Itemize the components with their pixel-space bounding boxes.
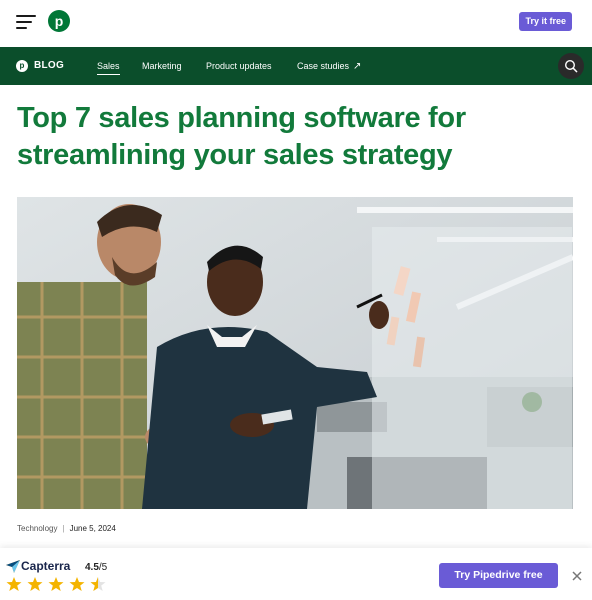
capterra-logo-icon (6, 560, 20, 573)
nav-item-product-updates[interactable]: Product updates (206, 61, 272, 71)
top-header: p Try it free (0, 0, 592, 47)
article-category[interactable]: Technology (17, 524, 57, 533)
menu-icon[interactable] (16, 13, 36, 29)
article-title: Top 7 sales planning software for stream… (17, 102, 466, 171)
hero-image (17, 197, 573, 509)
close-icon[interactable] (571, 570, 583, 582)
meta-separator: | (62, 524, 65, 533)
blog-label[interactable]: BLOG (34, 60, 64, 71)
rating-value: 4.5 (85, 562, 99, 573)
try-it-free-button[interactable]: Try it free (519, 12, 572, 31)
star-icon (27, 577, 43, 591)
article-meta: Technology | June 5, 2024 (17, 524, 116, 533)
star-icon (69, 577, 85, 591)
rating-scale: /5 (98, 562, 108, 573)
blog-nav: p BLOG Sales Marketing Product updates C… (0, 47, 592, 85)
case-studies-label: Case studies (297, 61, 350, 71)
blog-logo-icon[interactable]: p (16, 60, 28, 72)
try-pipedrive-free-button[interactable]: Try Pipedrive free (439, 563, 558, 588)
star-icon (48, 577, 64, 591)
nav-item-sales[interactable]: Sales (97, 61, 120, 75)
external-link-icon: ↗ (353, 61, 362, 72)
capterra-name: Capterra (21, 559, 71, 573)
star-icon (6, 577, 22, 591)
nav-item-case-studies[interactable]: Case studies ↗ (297, 61, 361, 72)
article-date: June 5, 2024 (69, 524, 116, 533)
search-icon (564, 59, 578, 73)
capterra-rating: 4.5/5 (85, 562, 107, 573)
nav-item-marketing[interactable]: Marketing (142, 61, 182, 71)
search-button[interactable] (558, 53, 584, 79)
pipedrive-logo[interactable]: p (48, 10, 70, 32)
sticky-cta-bar: Capterra 4.5/5 Try Pipedrive free (0, 548, 592, 600)
half-star-icon (90, 577, 106, 591)
